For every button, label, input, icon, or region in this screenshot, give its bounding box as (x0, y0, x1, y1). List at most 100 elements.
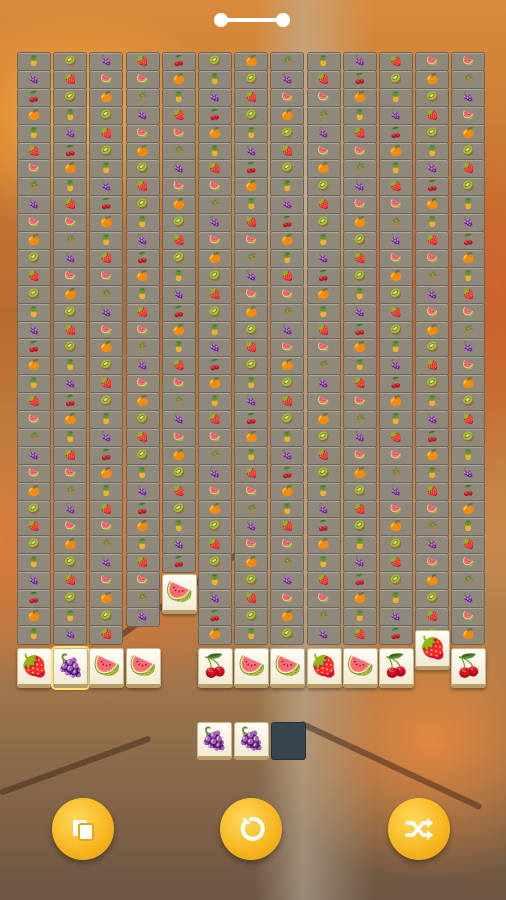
stacked-tile: 🍍 (342, 606, 377, 627)
stacked-tile: 🍊 (342, 463, 377, 484)
stacked-tile: 🍊 (89, 463, 124, 484)
stacked-tile: 🍍 (306, 302, 341, 323)
stacked-tile: 🍇 (125, 606, 160, 627)
tile-watermelon[interactable]: 🍉 (270, 648, 306, 688)
stacked-tile: 🍒 (198, 105, 232, 126)
stacked-tile: 🥝 (198, 302, 232, 323)
stacked-tile: 🍍 (415, 463, 450, 484)
stacked-tile: 🍓 (306, 69, 341, 90)
stacked-tile: 🌴 (17, 427, 51, 448)
stacked-tile: 🍇 (125, 105, 160, 126)
tile-cherry[interactable]: 🍒 (451, 648, 487, 688)
stacked-tile: 🍉 (89, 69, 124, 90)
stacked-tile: 🍉 (161, 123, 196, 144)
stacked-tile: 🍓 (17, 266, 51, 287)
stacked-tile: 🍉 (451, 302, 486, 323)
stacked-tile: 🍍 (17, 624, 51, 645)
stacked-tile: 🍒 (89, 445, 124, 466)
stacked-tile: 🍇 (89, 427, 124, 448)
stacked-tile: 🌴 (306, 606, 341, 627)
stacked-tile: 🍍 (161, 266, 196, 287)
stacked-tile: 🍇 (198, 463, 232, 484)
stacked-tile: 🍊 (89, 87, 124, 108)
tile-strawberry[interactable]: 🍓 (415, 630, 451, 670)
stacked-tile: 🍉 (125, 69, 160, 90)
stacked-tile: 🍇 (306, 123, 341, 144)
stacked-tile: 🍊 (415, 445, 450, 466)
stacked-tile: 🍇 (198, 87, 232, 108)
stacked-tile: 🥝 (125, 445, 160, 466)
stacked-tile: 🍇 (53, 624, 88, 645)
stacked-tile: 🍉 (198, 427, 232, 448)
stacked-tile: 🍊 (161, 69, 196, 90)
stacked-tile: 🌴 (379, 463, 413, 484)
tile-watermelon[interactable]: 🍉 (125, 648, 161, 688)
stacked-tile: 🍓 (234, 87, 269, 108)
stacked-tile: 🍊 (306, 284, 341, 305)
tile-watermelon[interactable]: 🍉 (342, 648, 378, 688)
collection-tray: 🍇 🍇 (197, 722, 306, 762)
stacked-tile: 🍍 (342, 284, 377, 305)
stacked-tile: 🌴 (53, 481, 88, 502)
tile-strawberry[interactable]: 🍓 (17, 648, 52, 688)
stacked-tile: 🍍 (53, 427, 88, 448)
stacked-tile: 🥝 (234, 606, 269, 627)
stacked-tile: 🍍 (451, 266, 486, 287)
stacked-tile: 🍓 (89, 248, 124, 269)
stacked-tile: 🍒 (125, 248, 160, 269)
stacked-tile: 🍇 (234, 266, 269, 287)
stacked-tile: 🥝 (342, 481, 377, 502)
stacked-tile: 🍓 (342, 624, 377, 645)
stacked-tile: 🍉 (161, 427, 196, 448)
stacked-tile: 🍊 (415, 69, 450, 90)
stacked-tile: 🍊 (125, 266, 160, 287)
stacked-tile: 🍓 (379, 427, 413, 448)
stacked-tile: 🍓 (415, 481, 450, 502)
stacked-tile: 🍍 (342, 105, 377, 126)
stacked-tile: 🍊 (17, 105, 51, 126)
tile-cherry[interactable]: 🍒 (198, 648, 233, 688)
stacked-tile: 🌴 (270, 302, 305, 323)
tile-watermelon[interactable]: 🍉 (161, 574, 197, 614)
stacked-tile: 🥝 (306, 427, 341, 448)
stacked-tile: 🍇 (125, 481, 160, 502)
stacked-tile: 🍓 (53, 445, 88, 466)
stacked-tile: 🍉 (53, 463, 88, 484)
tile-cherry[interactable]: 🍒 (379, 648, 414, 688)
stacked-tile: 🍓 (451, 284, 486, 305)
stacked-tile: 🥝 (89, 105, 124, 126)
stacked-tile: 🥝 (379, 69, 413, 90)
undo-button[interactable] (52, 798, 114, 860)
stacked-tile: 🍍 (17, 123, 51, 144)
tile-strawberry[interactable]: 🍓 (306, 648, 342, 688)
stacked-tile: 🍊 (234, 427, 269, 448)
stacked-tile: 🥝 (234, 105, 269, 126)
tile-watermelon[interactable]: 🍉 (89, 648, 125, 688)
shuffle-icon (405, 818, 433, 840)
shuffle-button[interactable] (388, 798, 450, 860)
stacked-tile: 🥝 (53, 87, 88, 108)
stacked-tile: 🥝 (17, 248, 51, 269)
stacked-tile: 🥝 (234, 69, 269, 90)
stacked-tile: 🍓 (342, 248, 377, 269)
stacked-tile: 🍒 (161, 302, 196, 323)
stacked-tile: 🍍 (234, 123, 269, 144)
stacked-tile: 🍉 (270, 284, 305, 305)
stacked-tile: 🍊 (17, 606, 51, 627)
stacked-tile: 🍍 (125, 463, 160, 484)
stacked-tile: 🍊 (451, 248, 486, 269)
stacked-tile: 🍇 (17, 445, 51, 466)
stacked-tile: 🌴 (415, 266, 450, 287)
stacked-tile: 🍍 (161, 87, 196, 108)
stacked-tile: 🍒 (379, 624, 413, 645)
stacked-tile: 🥝 (342, 266, 377, 287)
tile-watermelon[interactable]: 🍉 (234, 648, 270, 688)
tile-grape[interactable]: 🍇 (53, 648, 89, 688)
branch-decoration (0, 735, 152, 796)
rotate-button[interactable] (220, 798, 282, 860)
stacked-tile: 🍊 (53, 284, 88, 305)
stacked-tile: 🍉 (89, 266, 124, 287)
stacked-tile: 🌴 (234, 248, 269, 269)
stacked-tile: 🍓 (306, 445, 341, 466)
stacked-tile: 🍇 (379, 105, 413, 126)
